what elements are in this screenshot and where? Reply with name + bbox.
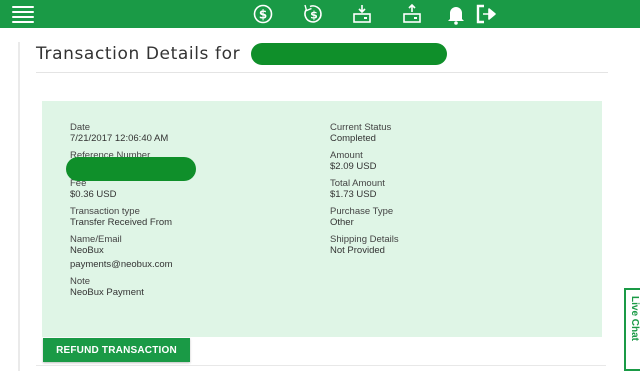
svg-text:$: $: [310, 9, 318, 22]
logout-icon[interactable]: [475, 3, 497, 25]
current-status-field: Current Status Completed: [330, 122, 399, 144]
name-value: NeoBux: [70, 245, 104, 256]
name-email-label: Name/Email: [70, 234, 122, 245]
page-title-row: Transaction Details for: [36, 43, 447, 69]
live-chat-tab[interactable]: Live Chat: [624, 288, 640, 371]
total-amount-label: Total Amount: [330, 178, 385, 189]
date-label: Date: [70, 122, 91, 133]
amount-label: Amount: [330, 150, 363, 161]
wallet-out-icon[interactable]: [401, 3, 423, 25]
hamburger-menu-icon[interactable]: [12, 6, 34, 23]
note-value: NeoBux Payment: [70, 287, 144, 298]
dollar-refresh-icon[interactable]: $: [302, 3, 324, 25]
shipping-label: Shipping Details: [330, 234, 399, 245]
dollar-circle-icon[interactable]: $: [252, 3, 274, 25]
shipping-value: Not Provided: [330, 245, 385, 256]
fee-value: $0.36 USD: [70, 189, 117, 200]
amount-field: Amount $2.09 USD: [330, 150, 399, 172]
details-right-column: Current Status Completed Amount $2.09 US…: [330, 122, 399, 262]
side-divider: [18, 42, 20, 371]
shipping-field: Shipping Details Not Provided: [330, 234, 399, 256]
details-left-column: Date 7/21/2017 12:06:40 AM Reference Num…: [70, 122, 173, 304]
total-amount-value: $1.73 USD: [330, 189, 377, 200]
email-value: payments@neobux.com: [70, 259, 173, 270]
title-divider: [36, 72, 608, 73]
note-field: Note NeoBux Payment: [70, 276, 173, 298]
transaction-type-value: Transfer Received From: [70, 217, 173, 228]
wallet-in-icon[interactable]: [351, 3, 373, 25]
date-field: Date 7/21/2017 12:06:40 AM: [70, 122, 173, 144]
redaction-mark: [250, 43, 447, 65]
reference-redaction-mark: [66, 157, 196, 181]
top-navigation-bar: $ $: [0, 0, 640, 28]
transaction-type-label: Transaction type: [70, 206, 140, 217]
purchase-type-label: Purchase Type: [330, 206, 394, 217]
page-title: Transaction Details for: [36, 44, 241, 64]
live-chat-label: Live Chat: [629, 296, 640, 342]
date-value: 7/21/2017 12:06:40 AM: [70, 133, 169, 144]
amount-value: $2.09 USD: [330, 161, 377, 172]
fee-field: Fee $0.36 USD: [70, 178, 173, 200]
name-email-field: Name/Email NeoBux payments@neobux.com: [70, 234, 173, 270]
current-status-value: Completed: [330, 133, 376, 144]
transaction-details-panel: Date 7/21/2017 12:06:40 AM Reference Num…: [42, 101, 602, 337]
bell-icon[interactable]: [445, 3, 467, 25]
total-amount-field: Total Amount $1.73 USD: [330, 178, 399, 200]
current-status-label: Current Status: [330, 122, 392, 133]
bottom-divider: [36, 365, 606, 366]
transaction-type-field: Transaction type Transfer Received From: [70, 206, 173, 228]
note-label: Note: [70, 276, 91, 287]
purchase-type-value: Other: [330, 217, 354, 228]
svg-text:$: $: [259, 8, 267, 22]
refund-transaction-button[interactable]: REFUND TRANSACTION: [43, 338, 190, 362]
purchase-type-field: Purchase Type Other: [330, 206, 399, 228]
